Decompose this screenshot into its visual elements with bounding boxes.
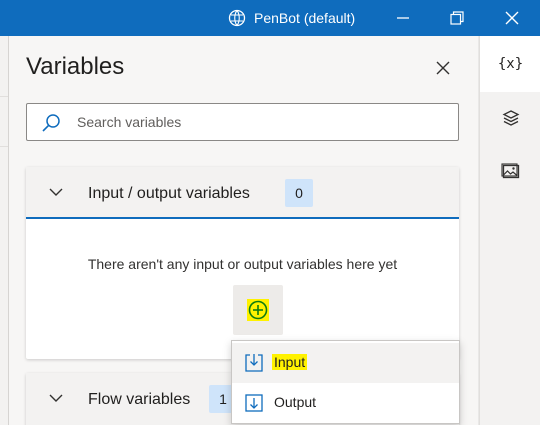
search-icon [42,114,60,132]
bot-selector[interactable]: PenBot (default) [228,8,355,28]
minimize-icon [397,17,409,19]
search-input[interactable]: Search variables [26,103,459,141]
rail-item-variables[interactable]: {x} [480,36,540,92]
rail-item-images[interactable] [480,144,540,200]
count-badge: 0 [285,179,313,207]
minimize-button[interactable] [383,0,423,36]
add-variable-button[interactable] [233,285,283,335]
restore-button[interactable] [437,0,477,36]
right-rail: {x} [479,36,540,425]
close-window-button[interactable] [492,0,532,36]
section-header[interactable]: Input / output variables 0 [26,167,459,219]
layers-icon [502,110,519,126]
output-arrow-icon [245,394,263,412]
add-variable-menu: Input Output [231,340,460,424]
close-pane-button[interactable] [433,58,453,78]
restore-icon [450,11,464,25]
title-bar: PenBot (default) [0,0,540,36]
close-icon [505,11,519,25]
chevron-down-icon[interactable] [48,392,64,404]
input-output-section: Input / output variables 0 There aren't … [26,167,459,359]
menu-item-label: Input [272,354,308,370]
menu-item-output[interactable]: Output [232,383,459,423]
search-placeholder: Search variables [77,114,182,130]
pane-title: Variables [26,53,125,80]
menu-item-input[interactable]: Input [232,343,459,383]
empty-state-text: There aren't any input or output variabl… [87,256,398,272]
section-title: Flow variables [88,391,191,408]
menu-item-label: Output [274,394,317,410]
section-title: Input / output variables [88,185,250,202]
input-arrow-icon [245,354,263,372]
bot-name: PenBot (default) [254,10,356,26]
add-circle-icon [247,299,269,321]
rail-item-ui-elements[interactable] [480,90,540,146]
close-icon [436,61,450,75]
image-icon [500,163,519,179]
bot-icon [228,9,246,27]
chevron-down-icon[interactable] [48,186,64,198]
variables-icon: {x} [497,56,524,72]
